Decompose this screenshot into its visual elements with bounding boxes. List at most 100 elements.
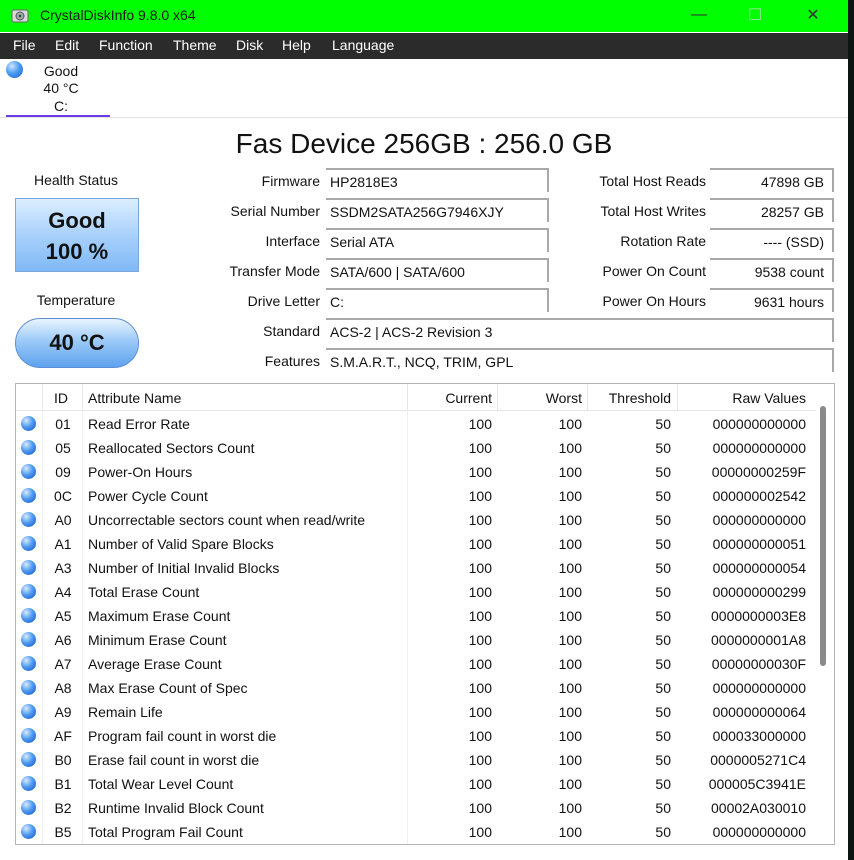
attribute-threshold: 50 xyxy=(655,464,671,480)
attribute-current: 100 xyxy=(468,512,492,528)
attribute-raw-value: 000000000000 xyxy=(712,824,806,840)
header-raw-values[interactable]: Raw Values xyxy=(678,390,806,406)
table-row[interactable]: 01 Read Error Rate 100 100 50 000000000000 xyxy=(16,412,816,436)
attribute-raw-value: 000000000299 xyxy=(712,584,806,600)
attribute-worst: 100 xyxy=(558,680,582,696)
table-row[interactable]: A9 Remain Life 100 100 50 000000000064 xyxy=(16,700,816,724)
header-threshold[interactable]: Threshold xyxy=(588,390,671,406)
app-window: CrystalDiskInfo 9.8.0 x64 — ☐ ✕ File Edi… xyxy=(0,0,848,860)
disk-tab-c[interactable]: Good 40 °C C: xyxy=(6,60,110,116)
maximize-button[interactable]: ☐ xyxy=(732,0,778,30)
attribute-worst: 100 xyxy=(558,584,582,600)
attribute-worst: 100 xyxy=(558,488,582,504)
attribute-threshold: 50 xyxy=(655,632,671,648)
table-row[interactable]: B1 Total Wear Level Count 100 100 50 000005C3… xyxy=(16,772,816,796)
attribute-current: 100 xyxy=(468,776,492,792)
minimize-button[interactable]: — xyxy=(676,0,722,30)
health-status-value: Good xyxy=(48,208,106,233)
attribute-current: 100 xyxy=(468,632,492,648)
transfer-mode-field: SATA/600 | SATA/600 xyxy=(326,258,549,282)
rotation-rate-label: Rotation Rate xyxy=(620,233,706,249)
attribute-threshold: 50 xyxy=(655,800,671,816)
menu-edit[interactable]: Edit xyxy=(55,37,79,53)
attribute-name: Power Cycle Count xyxy=(88,488,208,504)
attribute-current: 100 xyxy=(468,416,492,432)
table-row[interactable]: A6 Minimum Erase Count 100 100 50 0000000001A… xyxy=(16,628,816,652)
attribute-id: A9 xyxy=(54,704,72,720)
power-on-hours-field: 9631 hours xyxy=(710,288,834,312)
table-row[interactable]: A0 Uncorrectable sectors count when read/… xyxy=(16,508,816,532)
menu-function[interactable]: Function xyxy=(99,37,153,53)
attribute-current: 100 xyxy=(468,824,492,840)
attribute-current: 100 xyxy=(468,464,492,480)
attribute-raw-value: 000000000000 xyxy=(712,416,806,432)
total-host-reads-field: 47898 GB xyxy=(710,168,834,192)
attribute-current: 100 xyxy=(468,656,492,672)
attribute-worst: 100 xyxy=(558,776,582,792)
table-row[interactable]: A4 Total Erase Count 100 100 50 000000000299 xyxy=(16,580,816,604)
attribute-id: A5 xyxy=(54,608,72,624)
attribute-id: A0 xyxy=(54,512,72,528)
header-divider xyxy=(587,384,588,410)
total-host-reads-label: Total Host Reads xyxy=(599,173,706,189)
close-button[interactable]: ✕ xyxy=(790,0,836,30)
health-status-button[interactable]: Good 100 % xyxy=(15,198,139,272)
attribute-name: Average Erase Count xyxy=(88,656,222,672)
attribute-worst: 100 xyxy=(558,824,582,840)
status-good-icon xyxy=(21,824,36,839)
status-good-icon xyxy=(21,656,36,671)
menu-theme[interactable]: Theme xyxy=(173,37,217,53)
table-row[interactable]: B5 Total Program Fail Count 100 100 50 000000… xyxy=(16,820,816,844)
serial-number-field: SSDM2SATA256G7946XJY xyxy=(326,198,549,222)
attribute-name: Remain Life xyxy=(88,704,163,720)
rotation-rate-field: ---- (SSD) xyxy=(710,228,834,252)
table-row[interactable]: 0C Power Cycle Count 100 100 50 000000002542 xyxy=(16,484,816,508)
table-row[interactable]: A3 Number of Initial Invalid Blocks 100 100… xyxy=(16,556,816,580)
temperature-button[interactable]: 40 °C xyxy=(15,318,139,368)
standard-label: Standard xyxy=(263,323,320,339)
attribute-id: AF xyxy=(54,728,72,744)
table-row[interactable]: B0 Erase fail count in worst die 100 100 50 0… xyxy=(16,748,816,772)
attribute-current: 100 xyxy=(468,536,492,552)
smart-attribute-table[interactable]: ID Attribute Name Current Worst Threshol… xyxy=(15,383,835,845)
attribute-worst: 100 xyxy=(558,536,582,552)
table-row[interactable]: A1 Number of Valid Spare Blocks 100 100 50 00… xyxy=(16,532,816,556)
transfer-mode-label: Transfer Mode xyxy=(229,263,320,279)
attribute-worst: 100 xyxy=(558,416,582,432)
header-id[interactable]: ID xyxy=(54,390,68,406)
menu-language[interactable]: Language xyxy=(332,37,394,53)
menu-help[interactable]: Help xyxy=(282,37,311,53)
attribute-name: Total Program Fail Count xyxy=(88,824,243,840)
table-row[interactable]: 09 Power-On Hours 100 100 50 00000000259F xyxy=(16,460,816,484)
table-row[interactable]: A7 Average Erase Count 100 100 50 00000000030… xyxy=(16,652,816,676)
attribute-worst: 100 xyxy=(558,632,582,648)
attribute-raw-value: 0000005271C4 xyxy=(710,752,806,768)
interface-field: Serial ATA xyxy=(326,228,549,252)
table-row[interactable]: 05 Reallocated Sectors Count 100 100 50 00000… xyxy=(16,436,816,460)
table-row[interactable]: A5 Maximum Erase Count 100 100 50 0000000003E… xyxy=(16,604,816,628)
header-worst[interactable]: Worst xyxy=(498,390,582,406)
firmware-field: HP2818E3 xyxy=(326,168,549,192)
header-divider xyxy=(82,384,83,410)
table-row[interactable]: A8 Max Erase Count of Spec 100 100 50 0000000… xyxy=(16,676,816,700)
vertical-scrollbar[interactable] xyxy=(820,406,826,666)
attribute-worst: 100 xyxy=(558,512,582,528)
title-bar[interactable]: CrystalDiskInfo 9.8.0 x64 — ☐ ✕ xyxy=(0,0,848,32)
attribute-raw-value: 000000000054 xyxy=(712,560,806,576)
table-row[interactable]: AF Program fail count in worst die 100 100 5… xyxy=(16,724,816,748)
header-attribute-name[interactable]: Attribute Name xyxy=(88,390,181,406)
status-good-icon xyxy=(21,464,36,479)
header-divider xyxy=(42,384,43,410)
attribute-threshold: 50 xyxy=(655,680,671,696)
attribute-current: 100 xyxy=(468,608,492,624)
attribute-raw-value: 000000000000 xyxy=(712,512,806,528)
attribute-threshold: 50 xyxy=(655,728,671,744)
attribute-threshold: 50 xyxy=(655,488,671,504)
interface-label: Interface xyxy=(265,233,320,249)
status-good-icon xyxy=(21,584,36,599)
header-current[interactable]: Current xyxy=(408,390,492,406)
standard-field: ACS-2 | ACS-2 Revision 3 xyxy=(326,318,834,342)
menu-file[interactable]: File xyxy=(13,37,36,53)
table-row[interactable]: B2 Runtime Invalid Block Count 100 100 50 000… xyxy=(16,796,816,820)
menu-disk[interactable]: Disk xyxy=(236,37,263,53)
